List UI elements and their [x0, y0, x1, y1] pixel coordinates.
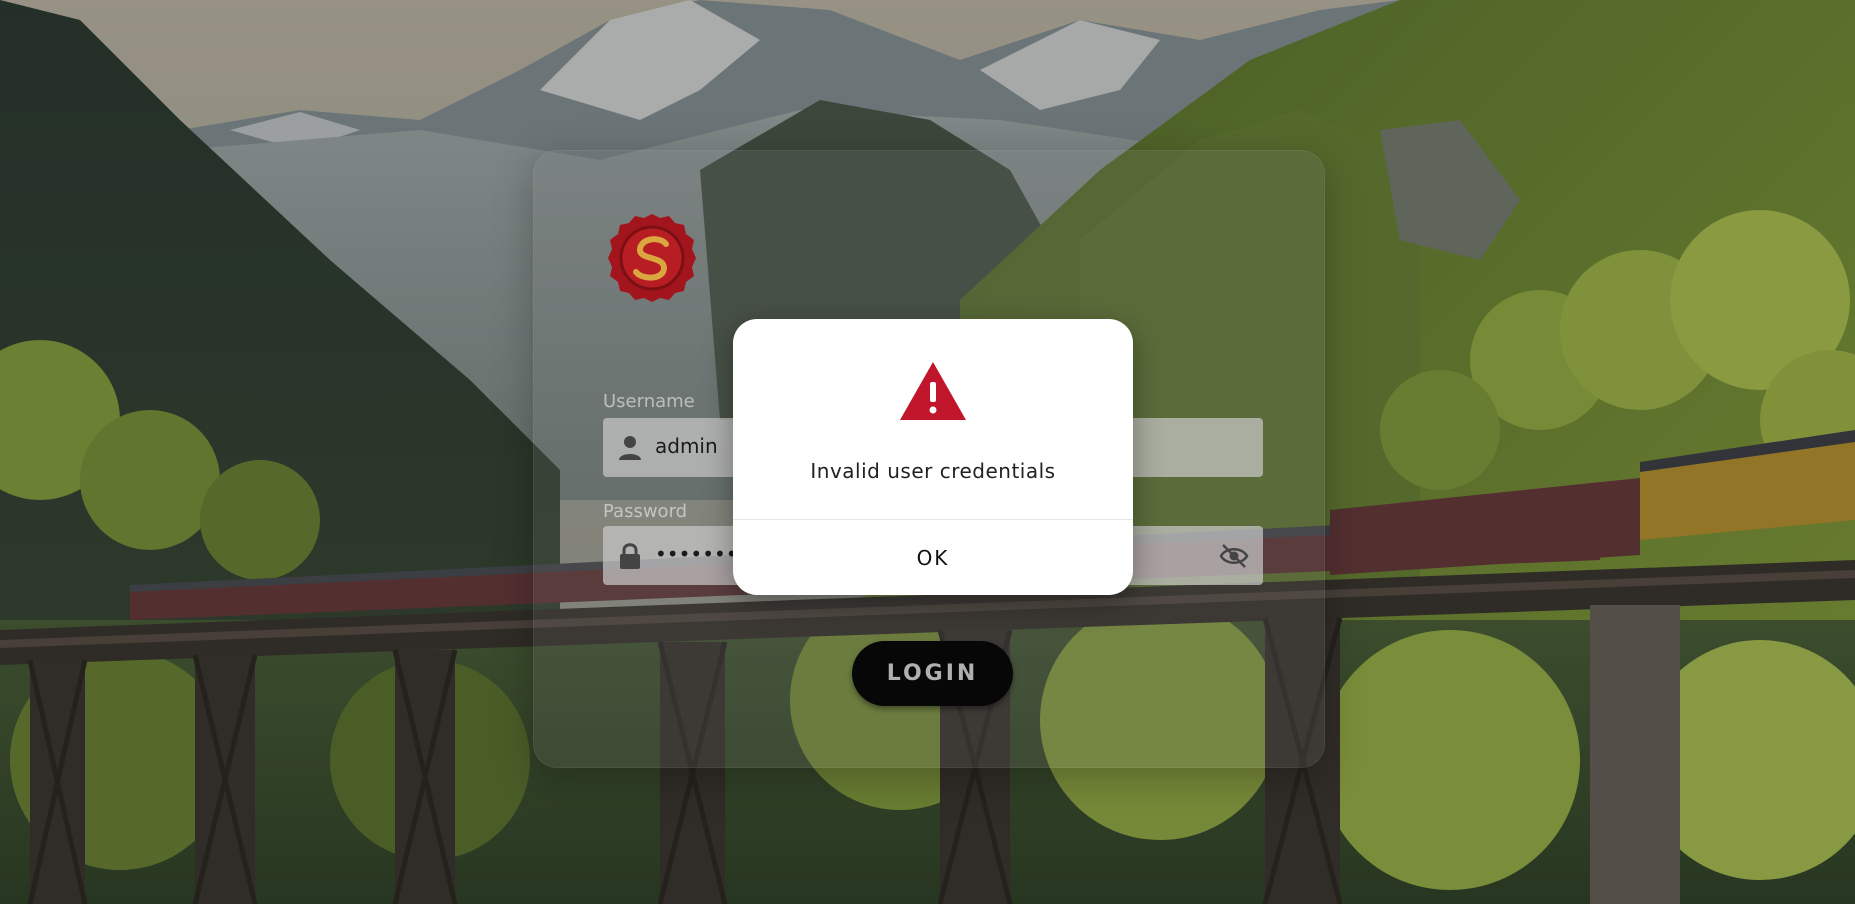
wax-seal-logo	[606, 212, 698, 304]
ok-button[interactable]: OK	[733, 520, 1133, 595]
lock-icon	[617, 542, 643, 570]
eye-off-icon[interactable]	[1219, 542, 1249, 570]
login-button[interactable]: LOGIN	[852, 641, 1013, 706]
user-icon	[617, 434, 643, 462]
username-label: Username	[603, 391, 695, 412]
dialog-message: Invalid user credentials	[810, 459, 1056, 483]
error-dialog: Invalid user credentials OK	[733, 319, 1133, 595]
password-label: Password	[603, 501, 688, 522]
warning-triangle-icon	[898, 360, 968, 422]
username-input[interactable]: admin	[655, 434, 718, 458]
